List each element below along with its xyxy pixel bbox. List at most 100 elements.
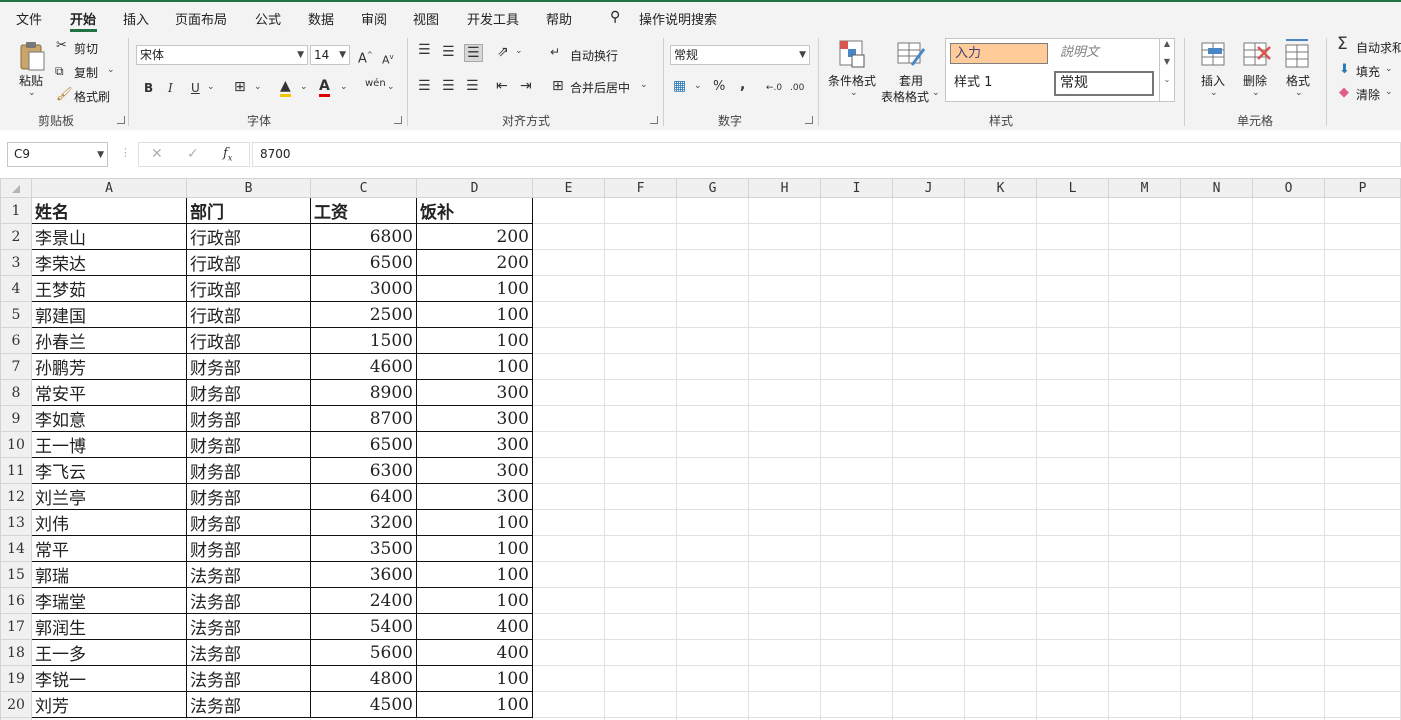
empty-cell[interactable] bbox=[964, 275, 1037, 302]
empty-cell[interactable] bbox=[820, 535, 893, 562]
eraser-icon[interactable]: ◆ bbox=[1339, 85, 1349, 101]
chevron-down-icon[interactable]: ⌄ bbox=[1385, 87, 1393, 97]
empty-cell[interactable] bbox=[820, 301, 893, 328]
empty-cell[interactable] bbox=[532, 249, 605, 276]
empty-cell[interactable] bbox=[1180, 301, 1253, 328]
column-header-i[interactable]: I bbox=[820, 178, 893, 198]
cell[interactable]: 100 bbox=[416, 691, 533, 718]
empty-cell[interactable] bbox=[892, 353, 965, 380]
empty-cell[interactable] bbox=[676, 379, 749, 406]
decrease-indent-icon[interactable]: ⇤ bbox=[496, 78, 508, 94]
empty-cell[interactable] bbox=[820, 249, 893, 276]
empty-cell[interactable] bbox=[1252, 379, 1325, 406]
empty-cell[interactable] bbox=[1252, 691, 1325, 718]
empty-cell[interactable] bbox=[1324, 301, 1401, 328]
empty-cell[interactable] bbox=[1324, 639, 1401, 666]
row-header[interactable]: 8 bbox=[0, 379, 32, 406]
cell[interactable]: 300 bbox=[416, 405, 533, 432]
empty-cell[interactable] bbox=[820, 665, 893, 692]
cell[interactable]: 刘芳 bbox=[31, 691, 187, 718]
chevron-down-icon[interactable]: ⌄ bbox=[340, 82, 348, 92]
empty-cell[interactable] bbox=[676, 587, 749, 614]
cell[interactable]: 李景山 bbox=[31, 223, 187, 250]
empty-cell[interactable] bbox=[892, 197, 965, 224]
empty-cell[interactable] bbox=[1324, 353, 1401, 380]
column-header-c[interactable]: C bbox=[310, 178, 417, 198]
insert-cells-icon[interactable] bbox=[1200, 39, 1228, 69]
font-launcher-icon[interactable] bbox=[394, 116, 402, 124]
percent-icon[interactable]: % bbox=[713, 79, 725, 95]
empty-cell[interactable] bbox=[1180, 353, 1253, 380]
empty-cell[interactable] bbox=[676, 665, 749, 692]
row-header[interactable]: 11 bbox=[0, 457, 32, 484]
empty-cell[interactable] bbox=[1036, 353, 1109, 380]
merge-center-button[interactable]: 合并后居中 bbox=[570, 79, 630, 96]
cell[interactable]: 行政部 bbox=[186, 327, 311, 354]
cell[interactable]: 4500 bbox=[310, 691, 417, 718]
copy-icon[interactable]: ⧉ bbox=[55, 63, 64, 79]
empty-cell[interactable] bbox=[604, 457, 677, 484]
cell[interactable]: 300 bbox=[416, 457, 533, 484]
empty-cell[interactable] bbox=[676, 405, 749, 432]
empty-cell[interactable] bbox=[1180, 379, 1253, 406]
empty-cell[interactable] bbox=[820, 431, 893, 458]
empty-cell[interactable] bbox=[892, 665, 965, 692]
empty-cell[interactable] bbox=[892, 405, 965, 432]
cell[interactable]: 王一博 bbox=[31, 431, 187, 458]
empty-cell[interactable] bbox=[676, 275, 749, 302]
empty-cell[interactable] bbox=[748, 327, 821, 354]
empty-cell[interactable] bbox=[1324, 483, 1401, 510]
paste-dropdown-icon[interactable]: ⌄ bbox=[28, 88, 36, 98]
empty-cell[interactable] bbox=[604, 639, 677, 666]
tab-view[interactable]: 视图 bbox=[413, 9, 439, 28]
empty-cell[interactable] bbox=[1108, 509, 1181, 536]
empty-cell[interactable] bbox=[1252, 197, 1325, 224]
empty-cell[interactable] bbox=[1108, 301, 1181, 328]
empty-cell[interactable] bbox=[1180, 665, 1253, 692]
delete-cells-icon[interactable] bbox=[1242, 39, 1272, 69]
bold-icon[interactable]: B bbox=[144, 80, 153, 96]
empty-cell[interactable] bbox=[676, 457, 749, 484]
number-format-select[interactable]: 常规 ▼ bbox=[670, 45, 810, 65]
style-input[interactable]: 入力 bbox=[950, 43, 1048, 64]
format-as-table-line2[interactable]: 表格格式 bbox=[881, 88, 929, 105]
empty-cell[interactable] bbox=[1036, 301, 1109, 328]
chevron-down-icon[interactable]: ⌄ bbox=[1385, 64, 1393, 74]
empty-cell[interactable] bbox=[1036, 327, 1109, 354]
cell[interactable]: 100 bbox=[416, 301, 533, 328]
empty-cell[interactable] bbox=[1180, 431, 1253, 458]
select-all-corner[interactable] bbox=[0, 178, 32, 198]
cell[interactable]: 孙春兰 bbox=[31, 327, 187, 354]
empty-cell[interactable] bbox=[676, 197, 749, 224]
empty-cell[interactable] bbox=[820, 197, 893, 224]
empty-cell[interactable] bbox=[604, 327, 677, 354]
row-header[interactable]: 17 bbox=[0, 613, 32, 640]
row-header[interactable]: 20 bbox=[0, 691, 32, 718]
empty-cell[interactable] bbox=[1036, 587, 1109, 614]
column-header-l[interactable]: L bbox=[1036, 178, 1109, 198]
style-explanatory[interactable]: 説明文 bbox=[1056, 43, 1158, 64]
row-header[interactable]: 4 bbox=[0, 275, 32, 302]
empty-cell[interactable] bbox=[820, 509, 893, 536]
cell[interactable]: 3600 bbox=[310, 561, 417, 588]
empty-cell[interactable] bbox=[892, 613, 965, 640]
tab-review[interactable]: 审阅 bbox=[361, 9, 387, 28]
empty-cell[interactable] bbox=[1252, 535, 1325, 562]
cell[interactable]: 财务部 bbox=[186, 431, 311, 458]
cell[interactable]: 孙鹏芳 bbox=[31, 353, 187, 380]
empty-cell[interactable] bbox=[820, 639, 893, 666]
gallery-scroll[interactable]: ▲ ▼ ⌄ bbox=[1159, 39, 1174, 101]
empty-cell[interactable] bbox=[1108, 223, 1181, 250]
empty-cell[interactable] bbox=[1252, 353, 1325, 380]
cell[interactable]: 200 bbox=[416, 223, 533, 250]
cell[interactable]: 100 bbox=[416, 327, 533, 354]
empty-cell[interactable] bbox=[1324, 379, 1401, 406]
empty-cell[interactable] bbox=[820, 561, 893, 588]
empty-cell[interactable] bbox=[892, 587, 965, 614]
empty-cell[interactable] bbox=[1036, 379, 1109, 406]
column-header-b[interactable]: B bbox=[186, 178, 311, 198]
empty-cell[interactable] bbox=[1036, 249, 1109, 276]
empty-cell[interactable] bbox=[1252, 327, 1325, 354]
empty-cell[interactable] bbox=[964, 405, 1037, 432]
row-header[interactable]: 3 bbox=[0, 249, 32, 276]
